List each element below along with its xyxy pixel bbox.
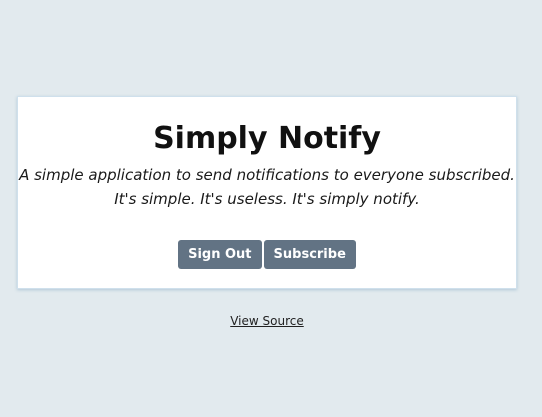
action-buttons: Sign Out Subscribe xyxy=(18,240,516,269)
sign-out-button[interactable]: Sign Out xyxy=(178,240,262,269)
subtitle-line-1: A simple application to send notificatio… xyxy=(19,166,515,184)
main-card: Simply Notify A simple application to se… xyxy=(17,96,517,289)
subscribe-button[interactable]: Subscribe xyxy=(263,240,356,269)
page-subtitle: A simple application to send notificatio… xyxy=(18,163,516,211)
subtitle-line-2: It's simple. It's useless. It's simply n… xyxy=(114,190,420,208)
page-title: Simply Notify xyxy=(153,121,381,156)
view-source-link[interactable]: View Source xyxy=(0,314,534,328)
